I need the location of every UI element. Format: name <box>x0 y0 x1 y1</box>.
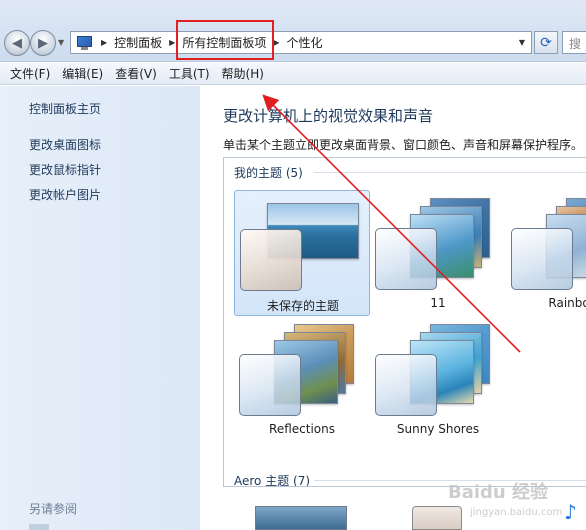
theme-name: 未保存的主题 <box>266 299 339 313</box>
sidebar-link-desktop-icons[interactable]: 更改桌面图标 <box>29 136 101 153</box>
theme-window-glass <box>511 228 573 290</box>
group-divider <box>314 172 586 173</box>
theme-name: Sunny Shores <box>396 422 480 436</box>
theme-name: Rainbow <box>548 296 586 310</box>
arrow-right-icon: ▶ <box>38 35 48 51</box>
page-description: 单击某个主题立即更改桌面背景、窗口颜色、声音和屏幕保护程序。 <box>223 138 584 152</box>
group-aero-themes: Aero 主题 (7) <box>234 474 311 487</box>
theme-window-glass <box>375 228 437 290</box>
theme-name: 11 <box>430 296 446 310</box>
breadcrumb-personalization[interactable]: 个性化 <box>287 34 323 51</box>
music-note-icon: ♪ <box>564 500 577 524</box>
theme-window-glass <box>240 229 302 291</box>
sidebar: 控制面板主页 更改桌面图标 更改鼠标指针 更改帐户图片 另请参阅 <box>0 86 200 530</box>
theme-rainbow[interactable]: Rainbow <box>506 190 586 316</box>
menu-view[interactable]: 查看(V) <box>109 65 163 82</box>
highlight-annotation <box>176 20 274 60</box>
chevron-right-icon[interactable]: ▶ <box>101 38 107 47</box>
sidebar-see-also: 另请参阅 <box>29 502 78 516</box>
theme-list[interactable]: 我的主题 (5) 未保存的主题 11 Rainbow Reflections S <box>223 157 586 487</box>
sidebar-link-account-picture[interactable]: 更改帐户图片 <box>29 186 101 203</box>
refresh-button[interactable]: ⟳ <box>534 31 558 54</box>
theme-window-glass <box>375 354 437 416</box>
menu-tools[interactable]: 工具(T) <box>163 65 216 82</box>
group-my-themes: 我的主题 (5) <box>234 166 303 180</box>
history-dropdown-icon[interactable]: ▼ <box>58 38 64 47</box>
breadcrumb-control-panel[interactable]: 控制面板 <box>114 34 162 51</box>
watermark-brand: Baidu 经验 <box>448 482 549 503</box>
menu-help[interactable]: 帮助(H) <box>216 65 270 82</box>
menu-bar: 文件(F) 编辑(E) 查看(V) 工具(T) 帮助(H) <box>0 63 586 85</box>
theme-unsaved[interactable]: 未保存的主题 <box>234 190 370 316</box>
menu-file[interactable]: 文件(F) <box>4 65 56 82</box>
theme-11[interactable]: 11 <box>370 190 506 316</box>
theme-name: Reflections <box>269 422 335 436</box>
sidebar-cut-link <box>29 524 49 530</box>
theme-reflections[interactable]: Reflections <box>234 316 370 442</box>
address-bar: ◀ ▶ ▼ ▶ 控制面板 ▶ 所有控制面板项 ▶ 个性化 ▼ ⟳ 搜 <box>0 0 586 62</box>
menu-edit[interactable]: 编辑(E) <box>56 65 109 82</box>
watermark-url: jingyan.baidu.com <box>470 507 563 518</box>
aero-theme-preview[interactable] <box>255 506 347 530</box>
sidebar-link-mouse-pointer[interactable]: 更改鼠标指针 <box>29 161 101 178</box>
theme-sunny-shores[interactable]: Sunny Shores <box>370 316 506 442</box>
aero-theme-preview[interactable] <box>412 506 462 530</box>
forward-button[interactable]: ▶ <box>30 30 56 56</box>
breadcrumb[interactable]: ▶ 控制面板 ▶ 所有控制面板项 ▶ 个性化 ▼ <box>70 31 532 54</box>
chevron-down-icon[interactable]: ▼ <box>519 38 525 47</box>
search-input[interactable]: 搜 <box>562 31 586 54</box>
back-button[interactable]: ◀ <box>4 30 30 56</box>
page-title: 更改计算机上的视觉效果和声音 <box>223 107 434 125</box>
refresh-icon: ⟳ <box>540 34 552 51</box>
theme-window-glass <box>239 354 301 416</box>
chevron-right-icon[interactable]: ▶ <box>273 38 279 47</box>
search-placeholder: 搜 <box>569 37 582 51</box>
chevron-right-icon[interactable]: ▶ <box>169 38 175 47</box>
arrow-left-icon: ◀ <box>12 35 22 51</box>
control-panel-icon <box>76 35 94 51</box>
sidebar-link-home[interactable]: 控制面板主页 <box>29 100 101 117</box>
